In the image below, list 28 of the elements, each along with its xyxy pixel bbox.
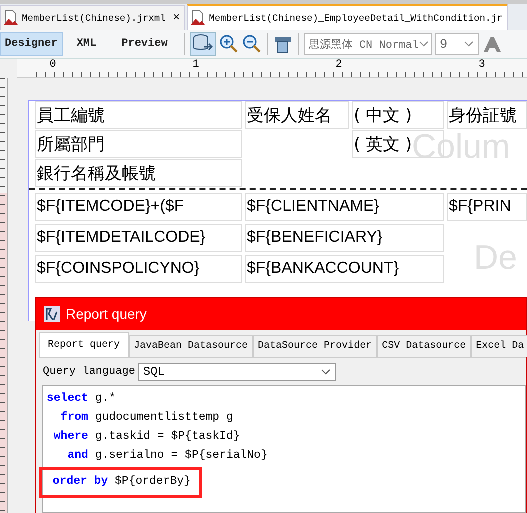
- dialog-tab[interactable]: JavaBean Datasource: [129, 335, 254, 357]
- static-text: 員工編號: [35, 101, 242, 129]
- font-size-dropdown[interactable]: 9: [434, 33, 479, 55]
- ruler: 0 1 2 3: [17, 59, 527, 78]
- file-tab[interactable]: MemberList(Chinese).jrxml ×: [0, 5, 186, 30]
- font-family-dropdown[interactable]: 思源黑体 CN Normal: [304, 33, 432, 55]
- close-icon[interactable]: ×: [172, 11, 180, 25]
- query-language-dropdown[interactable]: SQL: [138, 363, 336, 381]
- static-text: 受保人姓名: [245, 101, 349, 129]
- file-tab[interactable]: MemberList(Chinese)_EmployeeDetail_WithCondition.jr: [187, 4, 508, 30]
- static-text: ( 中文 ): [352, 101, 444, 129]
- view-tab[interactable]: Preview: [110, 32, 179, 56]
- dialog-tab[interactable]: Report query: [39, 332, 130, 357]
- static-text: 所屬部門: [35, 130, 242, 158]
- dialog-tab[interactable]: DataSource Provider: [253, 335, 378, 357]
- view-tab[interactable]: Designer: [0, 32, 63, 56]
- query-editor[interactable]: select g.* from gudocumentlisttemp g where g.taskid = $P{taskId} and g.serialno = $P{serialNo} order by $P{orderBy}: [42, 385, 526, 513]
- query-language-label: Query language: [43, 366, 136, 378]
- dialog-tab[interactable]: CSV Datasource: [377, 335, 472, 357]
- dialog-tab[interactable]: Excel Da: [471, 335, 527, 357]
- code-line: select g.*: [47, 391, 116, 407]
- static-text: 身份証號: [447, 101, 527, 129]
- code-line: and g.serialno = $P{serialNo}: [66, 448, 268, 464]
- view-tab[interactable]: XML: [66, 32, 108, 56]
- static-text: 銀行名稱及帳號: [35, 159, 242, 187]
- dialog-title: Report query: [66, 306, 147, 322]
- code-line: from gudocumentlisttemp g: [60, 410, 234, 426]
- code-line: where g.taskid = $P{taskId}: [52, 429, 240, 445]
